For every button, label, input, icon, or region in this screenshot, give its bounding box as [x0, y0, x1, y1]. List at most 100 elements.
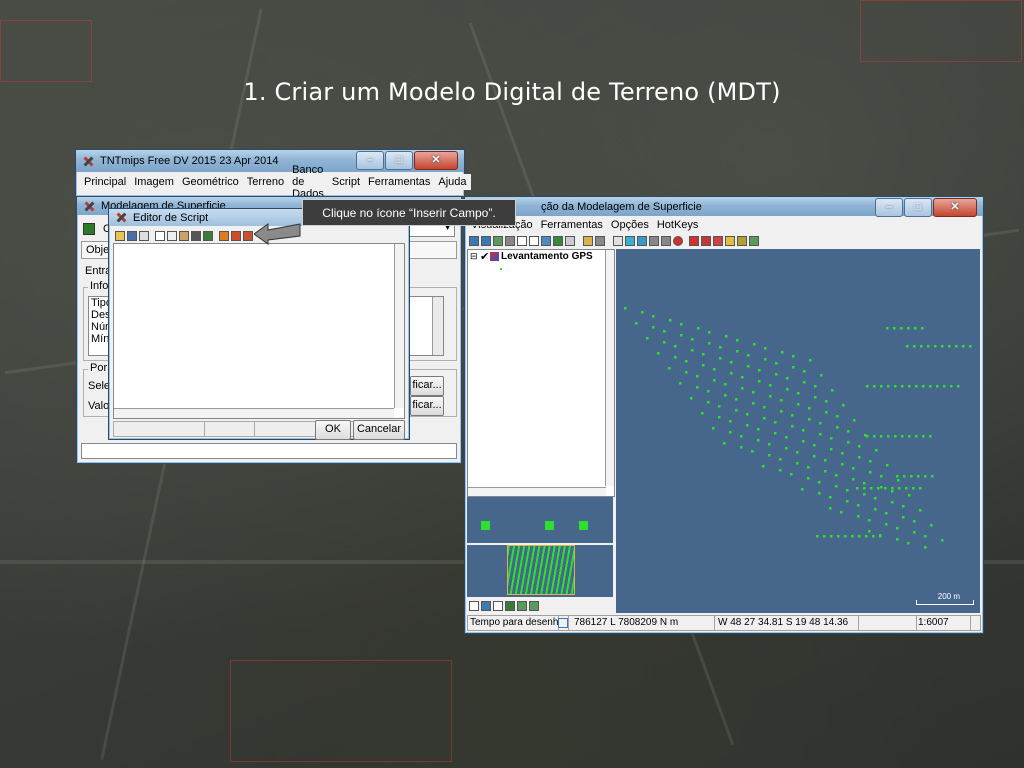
- gps-point: [847, 430, 850, 433]
- find-icon[interactable]: [191, 231, 201, 241]
- gps-point: [893, 327, 896, 330]
- layer-name[interactable]: Levantamento GPS: [501, 251, 593, 262]
- grid-icon[interactable]: [749, 236, 759, 246]
- gps-point: [830, 437, 833, 440]
- print-icon[interactable]: [565, 236, 575, 246]
- open-file-icon[interactable]: [115, 231, 125, 241]
- print-icon[interactable]: [139, 231, 149, 241]
- forward-icon[interactable]: [661, 236, 671, 246]
- layer-panel-hscroll[interactable]: [468, 487, 606, 496]
- checkmark-icon[interactable]: ✔: [480, 250, 489, 263]
- layer-panel[interactable]: ⊟ ✔ Levantamento GPS: [467, 249, 615, 497]
- gps-point: [900, 327, 903, 330]
- menu-principal[interactable]: Principal: [80, 176, 130, 188]
- minimize-button[interactable]: –: [356, 151, 384, 170]
- zoom-in-icon[interactable]: [469, 236, 479, 246]
- layer-view-icon[interactable]: [505, 601, 515, 611]
- gps-point: [780, 399, 783, 402]
- menu-ajuda[interactable]: Ajuda: [434, 176, 470, 188]
- gps-point: [712, 427, 715, 430]
- gps-point: [691, 349, 694, 352]
- magnifier-icon[interactable]: [701, 236, 711, 246]
- menu-imagem[interactable]: Imagem: [130, 176, 178, 188]
- pen-icon[interactable]: [725, 236, 735, 246]
- menu-opcoes[interactable]: Opções: [607, 219, 653, 231]
- menu-terreno[interactable]: Terreno: [243, 176, 288, 188]
- list-icon[interactable]: [469, 601, 479, 611]
- pointer-icon[interactable]: [713, 236, 723, 246]
- back-icon[interactable]: [649, 236, 659, 246]
- paste-icon[interactable]: [179, 231, 189, 241]
- close-button[interactable]: ✕: [414, 151, 458, 170]
- script-horizontal-scrollbar[interactable]: [114, 408, 394, 418]
- save-icon[interactable]: [127, 231, 137, 241]
- zoom-layer-icon[interactable]: [529, 236, 539, 246]
- ok-button[interactable]: OK: [315, 420, 351, 440]
- globe-icon[interactable]: [553, 236, 563, 246]
- cut-icon[interactable]: [155, 231, 165, 241]
- annotation-icon[interactable]: [637, 236, 647, 246]
- layer-list-icon[interactable]: [595, 236, 605, 246]
- full-view-icon[interactable]: [505, 236, 515, 246]
- gps-point: [818, 492, 821, 495]
- gps-point: [913, 531, 916, 534]
- coordinate-toggle-icon[interactable]: [558, 618, 568, 628]
- insert-field-icon[interactable]: [231, 231, 241, 241]
- gps-point: [774, 421, 777, 424]
- menu-ferramentas[interactable]: Ferramentas: [364, 176, 434, 188]
- map-view[interactable]: 200 m: [616, 249, 980, 613]
- replace-icon[interactable]: [203, 231, 213, 241]
- locator-extent[interactable]: [507, 545, 575, 595]
- legend-swatch-1: [481, 521, 490, 530]
- pan-icon[interactable]: [493, 236, 503, 246]
- redraw-icon[interactable]: [541, 236, 551, 246]
- script-text-area[interactable]: [113, 243, 405, 419]
- gps-point: [896, 538, 899, 541]
- gps-point: [915, 435, 918, 438]
- gps-point: [908, 435, 911, 438]
- gps-point: [929, 435, 932, 438]
- gps-point: [836, 426, 839, 429]
- measure-icon[interactable]: [613, 236, 623, 246]
- gps-point: [758, 380, 761, 383]
- copy-icon[interactable]: [167, 231, 177, 241]
- search-icon[interactable]: [493, 601, 503, 611]
- info-scrollbar[interactable]: [432, 297, 443, 355]
- menu-viewer-ferramentas[interactable]: Ferramentas: [537, 219, 607, 231]
- tntmips-main-window: TNTmips Free DV 2015 23 Apr 2014 – □ ✕ P…: [75, 149, 471, 200]
- gps-point: [914, 327, 917, 330]
- clear-icon[interactable]: [243, 231, 253, 241]
- viewer-close-button[interactable]: ✕: [933, 198, 977, 217]
- gps-icon[interactable]: [689, 236, 699, 246]
- menu-banco-de-dados[interactable]: Banco de Dados: [288, 164, 328, 200]
- locator-panel[interactable]: [467, 545, 613, 597]
- select-modify-button[interactable]: ficar...: [410, 376, 444, 396]
- expand-icon[interactable]: ⊟: [470, 251, 478, 262]
- gps-point: [801, 488, 804, 491]
- layer-add-icon[interactable]: [583, 236, 593, 246]
- zoom-out-icon[interactable]: [481, 236, 491, 246]
- stop-icon[interactable]: [673, 236, 683, 246]
- gps-point: [813, 444, 816, 447]
- gps-point: [785, 447, 788, 450]
- select-tool-icon[interactable]: [625, 236, 635, 246]
- zoom-layer-small-icon[interactable]: [517, 601, 527, 611]
- pencil-icon[interactable]: [737, 236, 747, 246]
- object-icon[interactable]: [83, 223, 95, 235]
- copy-layer-icon[interactable]: [481, 601, 491, 611]
- cancel-button[interactable]: Cancelar: [353, 420, 405, 440]
- value-modify-button[interactable]: ficar...: [410, 396, 444, 416]
- run-icon[interactable]: [219, 231, 229, 241]
- menu-hotkeys[interactable]: HotKeys: [653, 219, 703, 231]
- zoom-box-icon[interactable]: [517, 236, 527, 246]
- layer-panel-vscroll[interactable]: [605, 250, 614, 486]
- menu-script[interactable]: Script: [328, 176, 364, 188]
- zoom-small-icon[interactable]: [529, 601, 539, 611]
- gps-point: [896, 475, 899, 478]
- gps-point: [752, 391, 755, 394]
- maximize-button[interactable]: □: [385, 151, 413, 170]
- viewer-minimize-button[interactable]: –: [875, 198, 903, 217]
- viewer-maximize-button[interactable]: □: [904, 198, 932, 217]
- script-vertical-scrollbar[interactable]: [394, 244, 404, 408]
- menu-geometrico[interactable]: Geométrico: [178, 176, 243, 188]
